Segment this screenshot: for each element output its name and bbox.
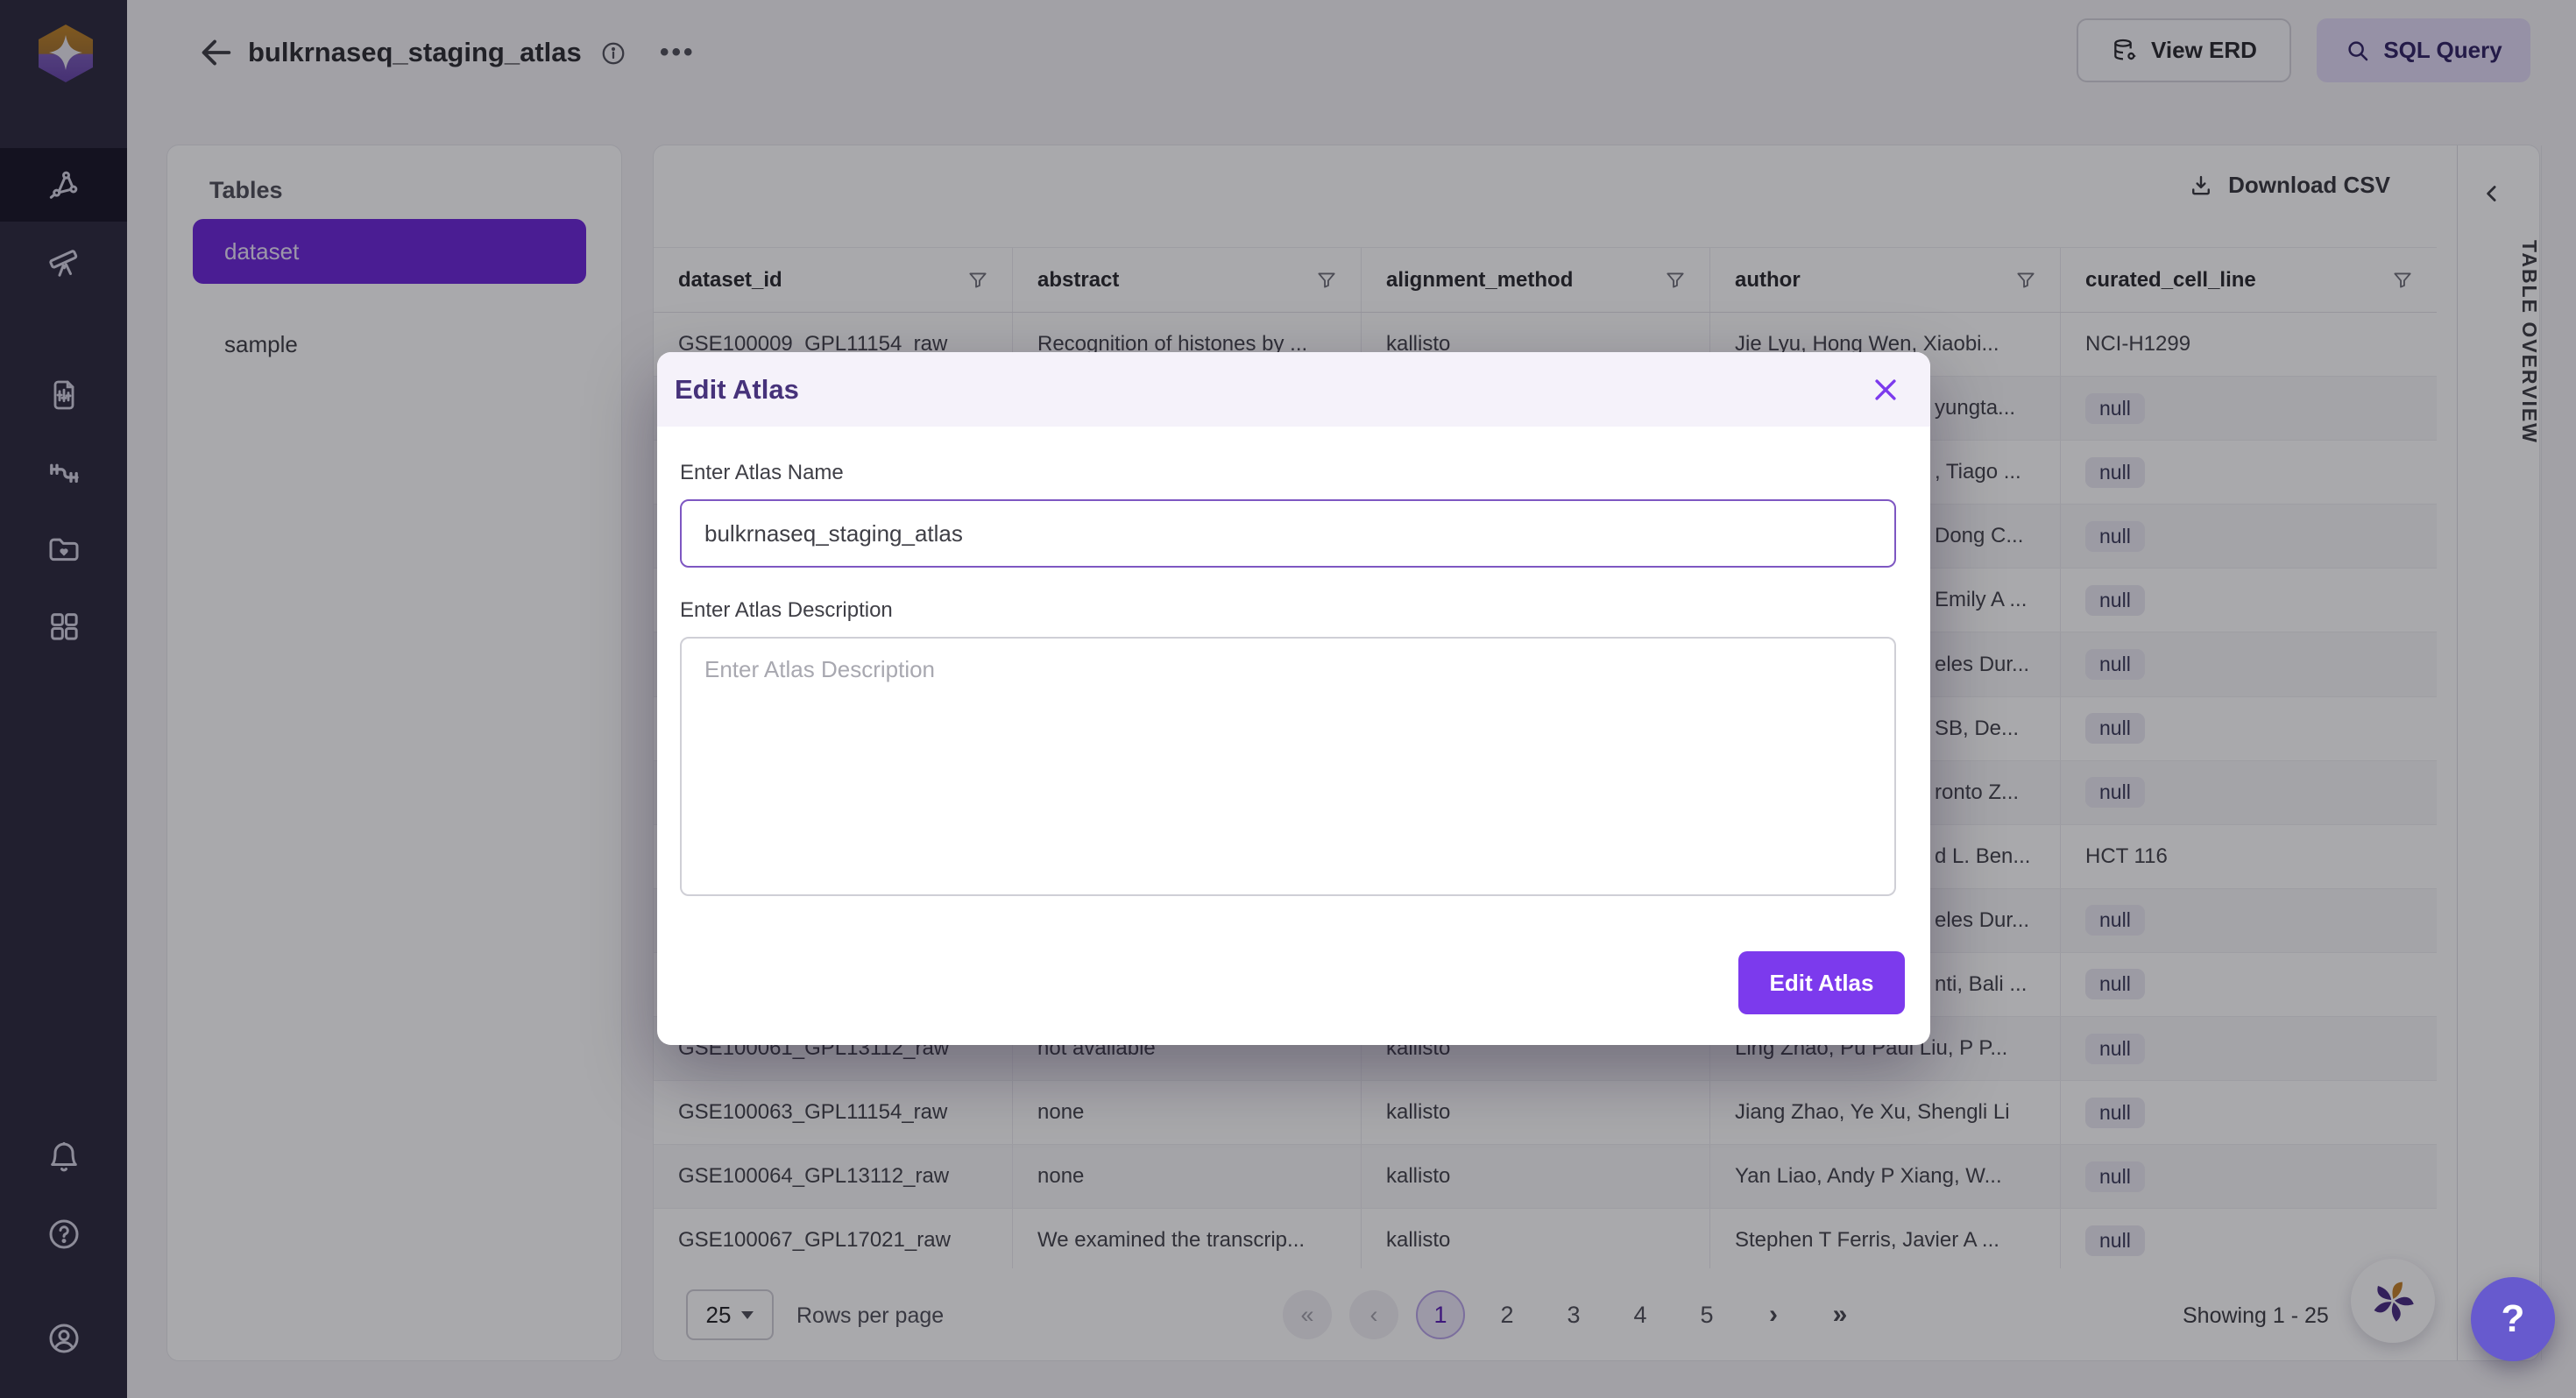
atlas-description-label: Enter Atlas Description	[680, 598, 893, 623]
atlas-name-input[interactable]	[680, 499, 1896, 568]
atlas-description-textarea[interactable]	[680, 637, 1896, 896]
edit-atlas-submit-button[interactable]: Edit Atlas	[1738, 951, 1905, 1014]
help-fab-label: ?	[2502, 1297, 2525, 1341]
modal-title: Edit Atlas	[675, 374, 799, 406]
edit-atlas-modal: Edit Atlas Enter Atlas Name Enter Atlas …	[657, 352, 1930, 1045]
help-fab-button[interactable]: ?	[2471, 1277, 2555, 1361]
close-icon[interactable]	[1871, 375, 1900, 405]
modal-header: Edit Atlas	[657, 352, 1930, 427]
atlas-name-label: Enter Atlas Name	[680, 461, 844, 485]
